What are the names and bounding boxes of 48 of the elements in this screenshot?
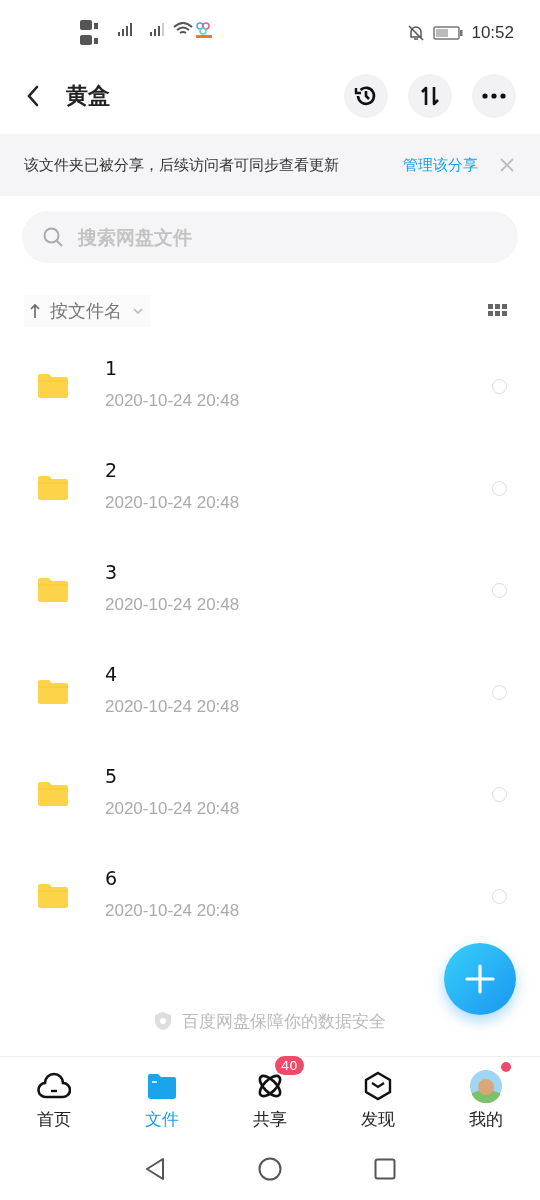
folder-icon [147, 1072, 177, 1101]
transfer-button[interactable] [408, 74, 452, 119]
file-name[interactable]: 6 [105, 867, 118, 890]
security-note: 百度网盘保障你的数据安全 [182, 1010, 386, 1033]
grid-view-icon[interactable] [488, 303, 508, 318]
count-badge: 40 [275, 1056, 304, 1076]
more-icon [482, 93, 506, 100]
folder-icon [36, 474, 70, 503]
nav-tab[interactable]: 首页 [0, 1056, 108, 1144]
file-date: 2020-10-24 20:48 [105, 493, 241, 514]
sort-dropdown[interactable]: 按文件名 [24, 294, 150, 327]
nav-tab[interactable]: 发现 [324, 1056, 432, 1144]
avatar-icon [469, 1069, 503, 1104]
history-button[interactable] [344, 74, 388, 119]
folder-icon [36, 882, 70, 911]
back-nav-icon[interactable] [144, 1156, 166, 1181]
back-icon[interactable] [26, 84, 40, 109]
file-name[interactable]: 5 [105, 765, 118, 788]
folder-icon [36, 780, 70, 809]
recents-nav-icon[interactable] [374, 1157, 396, 1180]
chevron-down-icon [132, 306, 144, 315]
file-date: 2020-10-24 20:48 [105, 391, 241, 412]
page-title: 黄盒 [66, 82, 111, 111]
share-notice: 该文件夹已被分享，后续访问者可同步查看更新 [24, 155, 340, 175]
file-name[interactable]: 1 [105, 357, 118, 380]
file-date: 2020-10-24 20:48 [105, 901, 241, 922]
nav-tab[interactable]: 我的 [432, 1056, 540, 1144]
nav-tab[interactable]: 40 共享 [216, 1056, 324, 1144]
arrow-up-icon [30, 302, 40, 319]
add-button[interactable] [444, 943, 516, 1016]
file-name[interactable]: 2 [105, 459, 118, 482]
shield-icon [154, 1011, 172, 1032]
more-button[interactable] [472, 74, 516, 119]
hexagon-icon [363, 1071, 393, 1102]
battery-icon [433, 25, 464, 42]
plus-icon [465, 964, 495, 995]
file-name[interactable]: 4 [105, 663, 118, 686]
file-name[interactable]: 3 [105, 561, 118, 584]
file-date: 2020-10-24 20:48 [105, 595, 241, 616]
bell-muted-icon [407, 24, 426, 43]
folder-icon [36, 372, 70, 401]
status-time: 10:52 [471, 23, 514, 44]
file-date: 2020-10-24 20:48 [105, 697, 241, 718]
folder-icon [36, 576, 70, 605]
home-nav-icon[interactable] [258, 1156, 282, 1181]
folder-icon [36, 678, 70, 707]
file-date: 2020-10-24 20:48 [105, 799, 241, 820]
cloud-icon [37, 1072, 71, 1101]
